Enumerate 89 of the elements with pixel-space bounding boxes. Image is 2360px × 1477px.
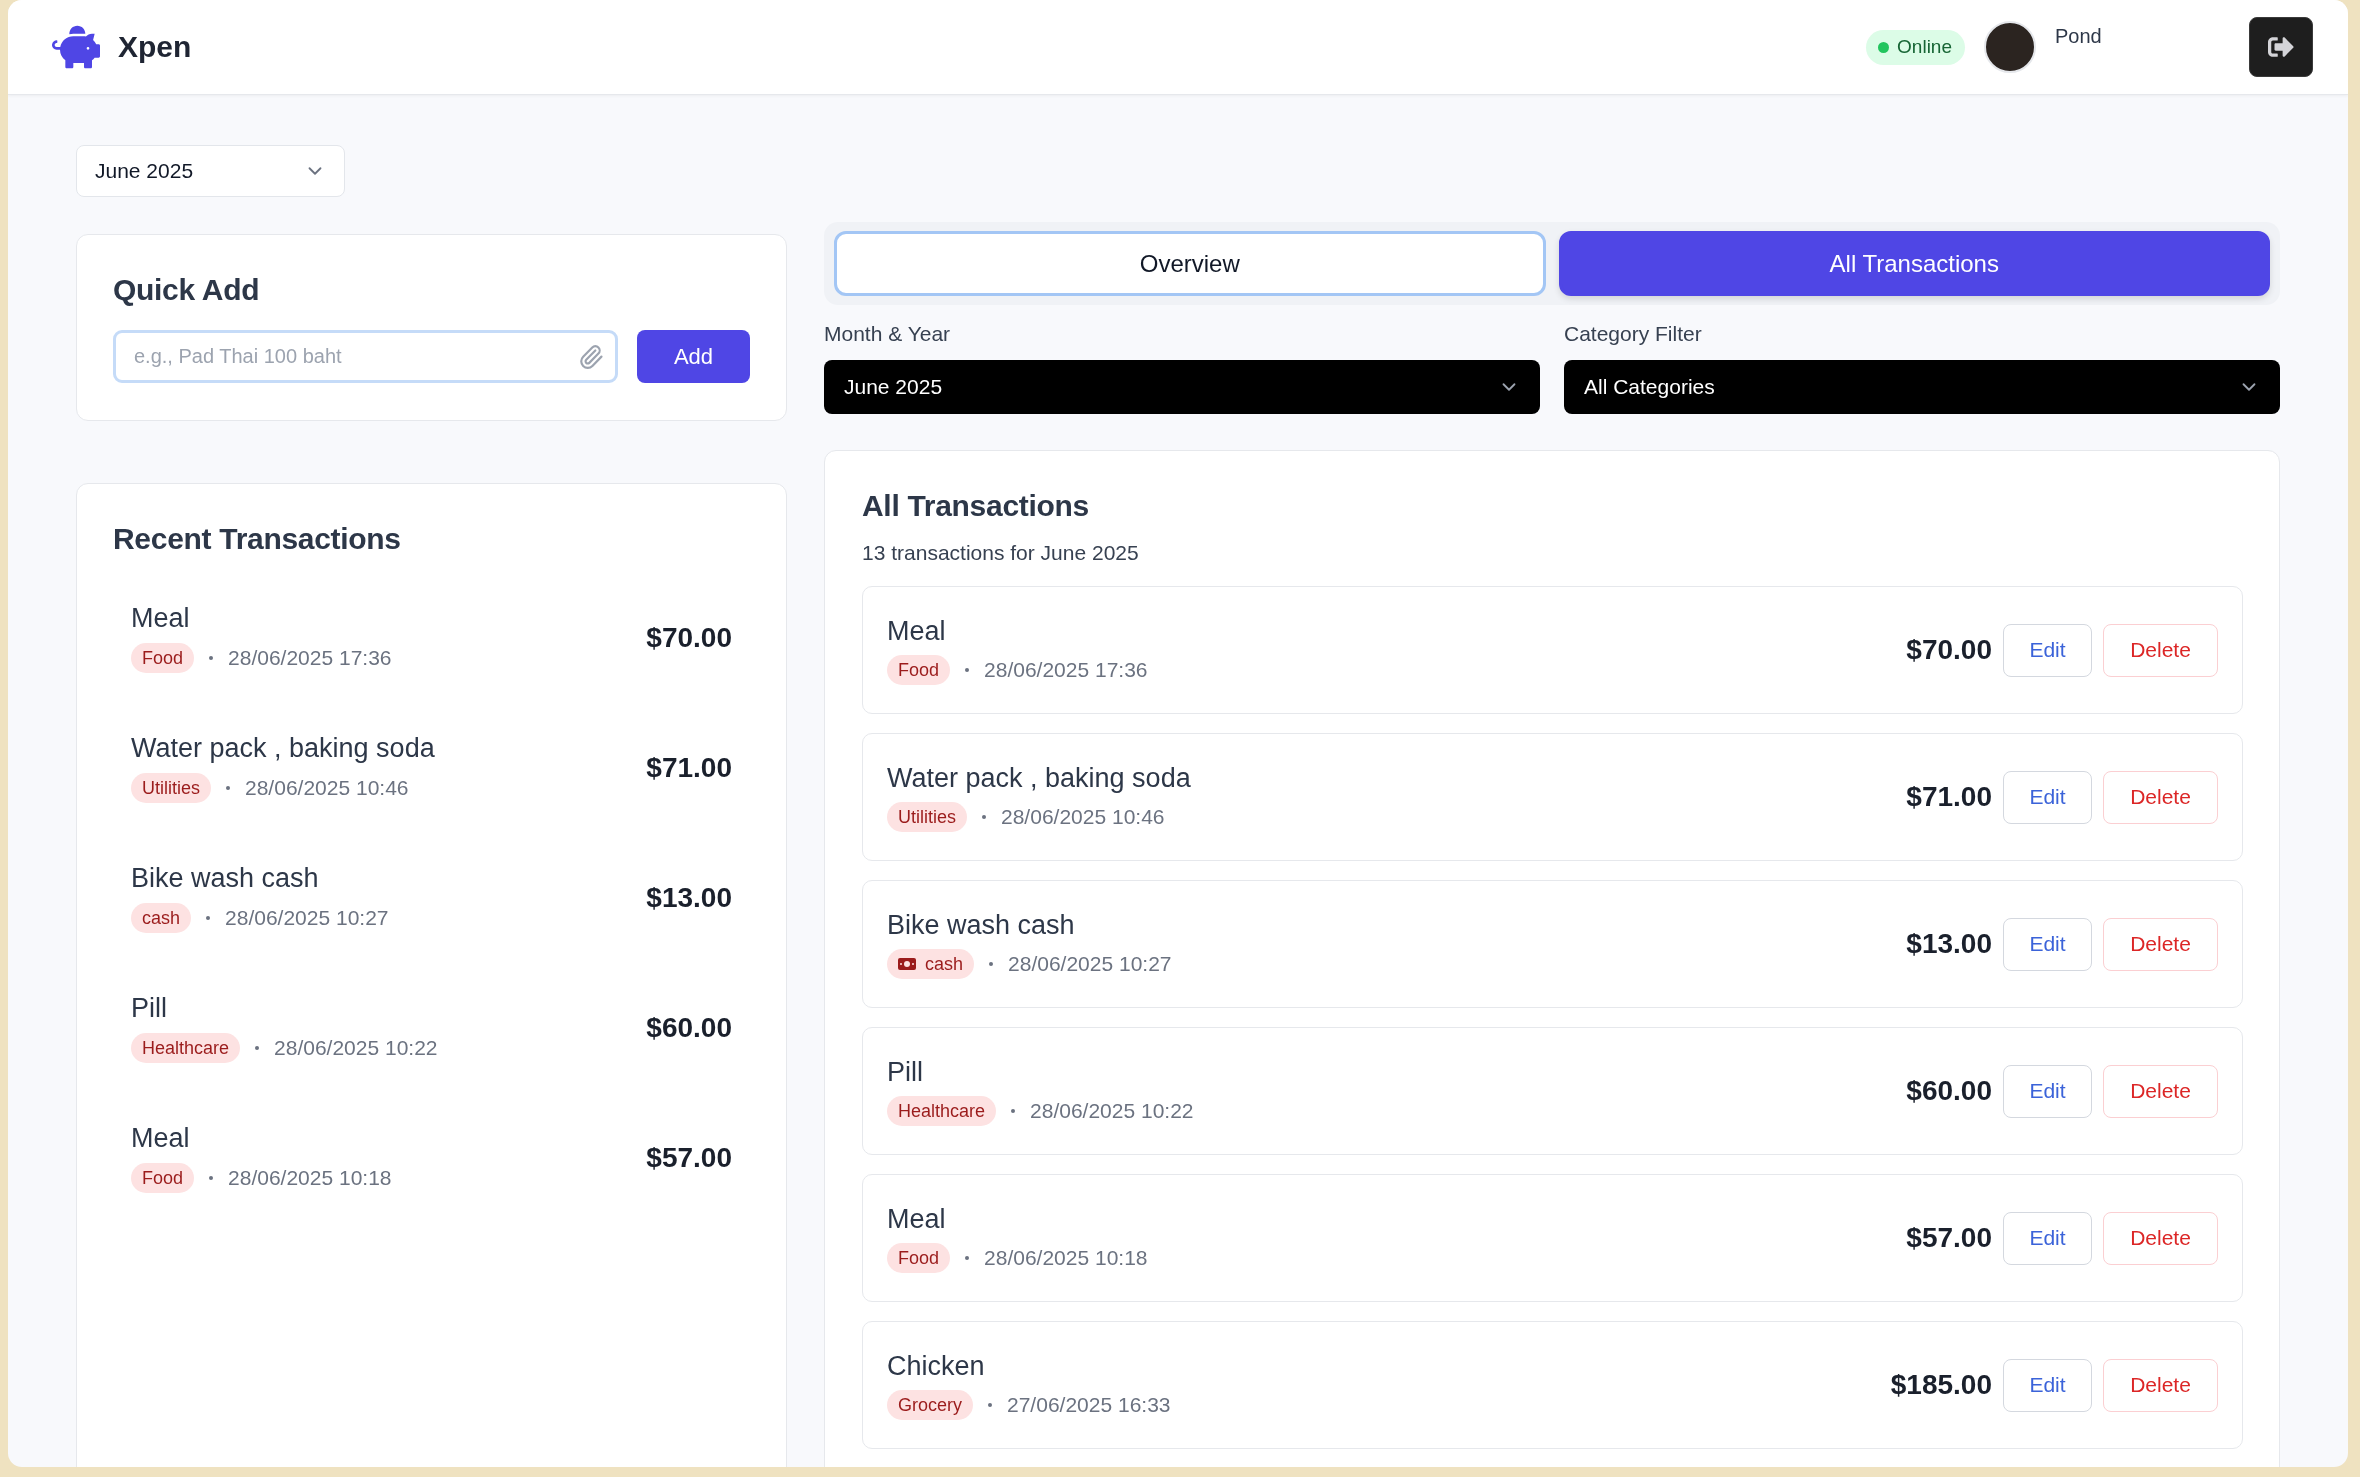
edit-button[interactable]: Edit	[2003, 770, 2092, 824]
transaction-amount: $57.00	[1906, 1222, 1992, 1254]
transaction-amount: $13.00	[646, 881, 732, 914]
category-tag: cash	[887, 949, 975, 979]
transaction-date: 28/06/2025 10:46	[1001, 805, 1165, 829]
edit-button[interactable]: Edit	[2003, 917, 2092, 971]
transaction-amount: $60.00	[646, 1011, 732, 1044]
transaction-date: 28/06/2025 10:46	[245, 776, 409, 800]
transaction-amount: $57.00	[646, 1141, 732, 1174]
transaction-name: Water pack , baking soda	[887, 762, 1191, 794]
add-button[interactable]: Add	[637, 330, 750, 383]
transaction-amount: $70.00	[646, 621, 732, 654]
delete-button[interactable]: Delete	[2103, 1358, 2218, 1412]
status-badge: Online	[1866, 29, 1965, 65]
card-title: Quick Add	[113, 272, 261, 308]
piggy-bank-icon	[52, 23, 100, 71]
transaction-date: 28/06/2025 17:36	[984, 658, 1148, 682]
edit-button[interactable]: Edit	[2003, 623, 2092, 677]
transaction-name: Bike wash cash	[131, 862, 320, 894]
delete-button[interactable]: Delete	[2103, 1211, 2218, 1265]
category-tag: Grocery	[887, 1390, 973, 1420]
transaction-date: 28/06/2025 10:27	[225, 906, 389, 930]
avatar-placeholder	[1984, 21, 2036, 73]
category-tag: Food	[887, 1243, 951, 1273]
paperclip-icon[interactable]	[578, 343, 604, 370]
category-tag: cash	[131, 903, 192, 933]
edit-button[interactable]: Edit	[2003, 1211, 2092, 1265]
transaction-name: Water pack , baking soda	[131, 732, 435, 764]
transaction-date: 27/06/2025 16:33	[1007, 1393, 1171, 1417]
tab[interactable]: Overview	[834, 231, 1546, 296]
tab[interactable]: All Transactions	[1558, 231, 2270, 296]
user-name: Pond	[2055, 24, 2103, 49]
transaction-amount: $70.00	[1906, 634, 1992, 666]
filter-select[interactable]: June 2025	[824, 360, 1540, 414]
transaction-name: Pill	[131, 992, 168, 1024]
transaction-name: Chicken	[887, 1350, 986, 1382]
category-tag: Healthcare	[131, 1033, 241, 1063]
separator-dot-icon	[206, 916, 211, 920]
edit-button[interactable]: Edit	[2003, 1358, 2092, 1412]
delete-button[interactable]: Delete	[2103, 770, 2218, 824]
separator-dot-icon	[226, 786, 230, 790]
separator-dot-icon	[255, 1046, 260, 1050]
separator-dot-icon	[965, 668, 970, 672]
field-label: Category Filter	[1564, 321, 1703, 346]
quick-add-input[interactable]: e.g., Pad Thai 100 baht	[113, 330, 618, 383]
month-select[interactable]: June 2025	[76, 145, 345, 197]
transaction-date: 28/06/2025 10:27	[1008, 952, 1172, 976]
field-label: Month & Year	[824, 321, 952, 346]
app-name: Xpen	[118, 30, 192, 64]
card-title: All Transactions	[862, 488, 1090, 524]
separator-dot-icon	[989, 962, 994, 966]
transaction-date: 28/06/2025 10:18	[228, 1166, 392, 1190]
transaction-name: Meal	[887, 1203, 947, 1235]
delete-button[interactable]: Delete	[2103, 623, 2218, 677]
transaction-amount: $13.00	[1906, 928, 1992, 960]
delete-button[interactable]: Delete	[2103, 917, 2218, 971]
delete-button[interactable]: Delete	[2103, 1064, 2218, 1118]
transaction-amount: $60.00	[1906, 1075, 1992, 1107]
transaction-amount: $71.00	[1906, 781, 1992, 813]
separator-dot-icon	[988, 1403, 992, 1407]
transaction-amount: $185.00	[1890, 1369, 1992, 1401]
category-tag: Healthcare	[887, 1096, 997, 1126]
transaction-date: 28/06/2025 10:18	[984, 1246, 1148, 1270]
banknote-icon	[898, 958, 916, 970]
separator-dot-icon	[1011, 1109, 1016, 1113]
separator-dot-icon	[209, 656, 214, 660]
transaction-name: Meal	[887, 615, 947, 647]
category-tag: Food	[887, 655, 951, 685]
transaction-name: Meal	[131, 1122, 191, 1154]
filter-select[interactable]: All Categories	[1564, 360, 2280, 414]
logout-button[interactable]	[2249, 17, 2313, 77]
separator-dot-icon	[965, 1256, 970, 1260]
transaction-name: Meal	[131, 602, 191, 634]
separator-dot-icon	[209, 1176, 214, 1180]
category-tag: Food	[131, 643, 195, 673]
transaction-date: 28/06/2025 10:22	[274, 1036, 438, 1060]
transaction-name: Pill	[887, 1056, 924, 1088]
edit-button[interactable]: Edit	[2003, 1064, 2092, 1118]
logout-icon	[2268, 34, 2294, 60]
card-title: Recent Transactions	[113, 521, 402, 557]
transaction-amount: $71.00	[646, 751, 732, 784]
separator-dot-icon	[982, 815, 986, 819]
category-tag: Food	[131, 1163, 195, 1193]
transaction-name: Bike wash cash	[887, 909, 1076, 941]
transaction-date: 28/06/2025 10:22	[1030, 1099, 1194, 1123]
category-tag: Utilities	[131, 773, 211, 803]
transaction-date: 28/06/2025 17:36	[228, 646, 392, 670]
card-subtitle: 13 transactions for June 2025	[862, 540, 1140, 565]
category-tag: Utilities	[887, 802, 967, 832]
